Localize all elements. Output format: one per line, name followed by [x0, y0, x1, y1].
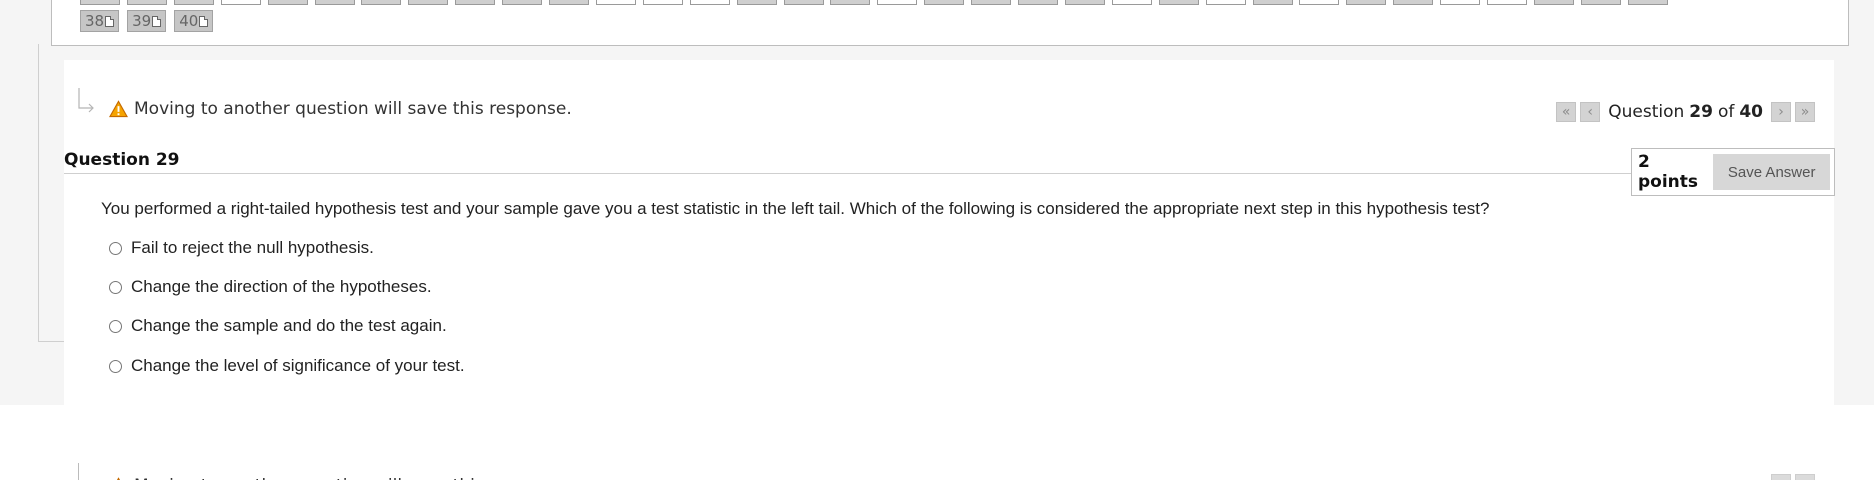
question-nav-box[interactable]: [1487, 0, 1527, 5]
question-nav-box[interactable]: [1440, 0, 1481, 5]
question-nav-box[interactable]: [314, 0, 355, 5]
answer-option-label: Change the sample and do the test again.: [131, 316, 447, 335]
chevron-right-icon: ›: [1778, 104, 1784, 120]
current-question-number: 29: [1689, 102, 1713, 122]
answer-option-3[interactable]: Change the sample and do the test again.: [109, 316, 447, 336]
indent-arrow-icon: [78, 463, 79, 480]
answer-option-label: Change the level of significance of your…: [131, 356, 465, 375]
question-navigation-panel: 38 39 40: [51, 0, 1849, 46]
total-questions: 40: [1739, 102, 1763, 122]
question-nav-box[interactable]: [689, 0, 730, 5]
counter-of: of: [1717, 102, 1735, 122]
points-box: 2 points Save Answer: [1631, 148, 1835, 196]
last-question-button[interactable]: »: [1795, 102, 1815, 122]
question-nav-chip-39[interactable]: 39: [127, 10, 167, 32]
next-question-pager: [1771, 474, 1815, 480]
question-nav-box[interactable]: [455, 0, 496, 5]
question-nav-box[interactable]: [877, 0, 918, 5]
question-nav-box[interactable]: [1018, 0, 1058, 5]
question-nav-box[interactable]: [1205, 0, 1246, 5]
question-nav-box[interactable]: [830, 0, 871, 5]
question-nav-box[interactable]: [408, 0, 449, 5]
question-nav-box[interactable]: [642, 0, 683, 5]
question-nav-box[interactable]: [1158, 0, 1199, 5]
next-question-button[interactable]: ›: [1771, 102, 1791, 122]
question-title: Question 29: [64, 150, 180, 170]
question-nav-box[interactable]: [736, 0, 777, 5]
document-icon: [105, 15, 115, 27]
question-nav-box[interactable]: [126, 0, 167, 5]
radio-button[interactable]: [109, 359, 122, 373]
radio-button[interactable]: [109, 280, 122, 294]
question-number: 38: [85, 12, 105, 30]
question-nav-box[interactable]: [1393, 0, 1434, 5]
question-nav-box[interactable]: [1627, 0, 1668, 5]
save-answer-button[interactable]: Save Answer: [1713, 154, 1830, 190]
next-save-warning-text: Moving to another question will save thi…: [134, 476, 572, 480]
question-text: You performed a right-tailed hypothesis …: [101, 199, 1490, 218]
question-nav-box[interactable]: [1533, 0, 1574, 5]
question-nav-box[interactable]: [1252, 0, 1293, 5]
panel-rail-foot: [38, 341, 64, 342]
question-nav-box[interactable]: [549, 0, 589, 5]
question-nav-box[interactable]: [1299, 0, 1340, 5]
question-nav-box[interactable]: [220, 0, 261, 5]
document-icon: [199, 15, 209, 27]
question-nav-box[interactable]: [783, 0, 824, 5]
answer-option-label: Change the direction of the hypotheses.: [131, 277, 432, 296]
question-pager: « ‹ Question 29 of 40 › »: [1556, 102, 1815, 122]
question-nav-box[interactable]: [502, 0, 543, 5]
radio-button[interactable]: [109, 241, 122, 255]
first-question-button[interactable]: «: [1556, 102, 1577, 122]
question-nav-box[interactable]: [971, 0, 1012, 5]
document-icon: [152, 15, 162, 27]
next-save-warning: Moving to another question will save thi…: [109, 476, 572, 480]
question-nav-box[interactable]: [1064, 0, 1105, 5]
indent-arrow-icon: [78, 88, 94, 113]
double-chevron-right-icon: »: [1800, 104, 1810, 120]
previous-question-button[interactable]: ‹: [1580, 102, 1601, 122]
question-number: 40: [179, 12, 199, 30]
points-label: 2 points: [1638, 152, 1699, 192]
warning-icon: [109, 100, 128, 118]
question-nav-box[interactable]: [1111, 0, 1152, 5]
answer-option-2[interactable]: Change the direction of the hypotheses.: [109, 277, 432, 297]
question-nav-box[interactable]: [80, 0, 120, 5]
question-nav-box[interactable]: [267, 0, 308, 5]
question-nav-chip-40[interactable]: 40: [174, 10, 214, 32]
previous-question-button[interactable]: [1795, 474, 1815, 480]
question-nav-box[interactable]: [924, 0, 965, 5]
save-warning-text: Moving to another question will save thi…: [134, 99, 572, 119]
panel-left-rail: [38, 44, 39, 342]
save-warning: Moving to another question will save thi…: [109, 99, 572, 119]
answer-option-label: Fail to reject the null hypothesis.: [131, 238, 374, 257]
question-nav-chip-38[interactable]: 38: [80, 10, 120, 32]
question-number: 39: [132, 12, 152, 30]
next-question-preview: Moving to another question will save thi…: [0, 455, 1874, 480]
question-counter: Question 29 of 40: [1608, 102, 1763, 122]
radio-button[interactable]: [109, 319, 122, 333]
counter-label: Question: [1608, 102, 1685, 122]
double-chevron-left-icon: «: [1561, 104, 1571, 120]
question-title-divider: [64, 173, 1634, 174]
question-nav-box[interactable]: [173, 0, 214, 5]
question-nav-box[interactable]: [1346, 0, 1387, 5]
answer-option-1[interactable]: Fail to reject the null hypothesis.: [109, 238, 374, 258]
answer-option-4[interactable]: Change the level of significance of your…: [109, 356, 465, 376]
question-nav-chip-row: 38 39 40: [80, 10, 214, 32]
first-question-button[interactable]: [1771, 474, 1791, 480]
question-nav-box[interactable]: [1580, 0, 1621, 5]
chevron-left-icon: ‹: [1587, 104, 1594, 120]
question-nav-box[interactable]: [595, 0, 636, 5]
question-nav-box[interactable]: [361, 0, 402, 5]
